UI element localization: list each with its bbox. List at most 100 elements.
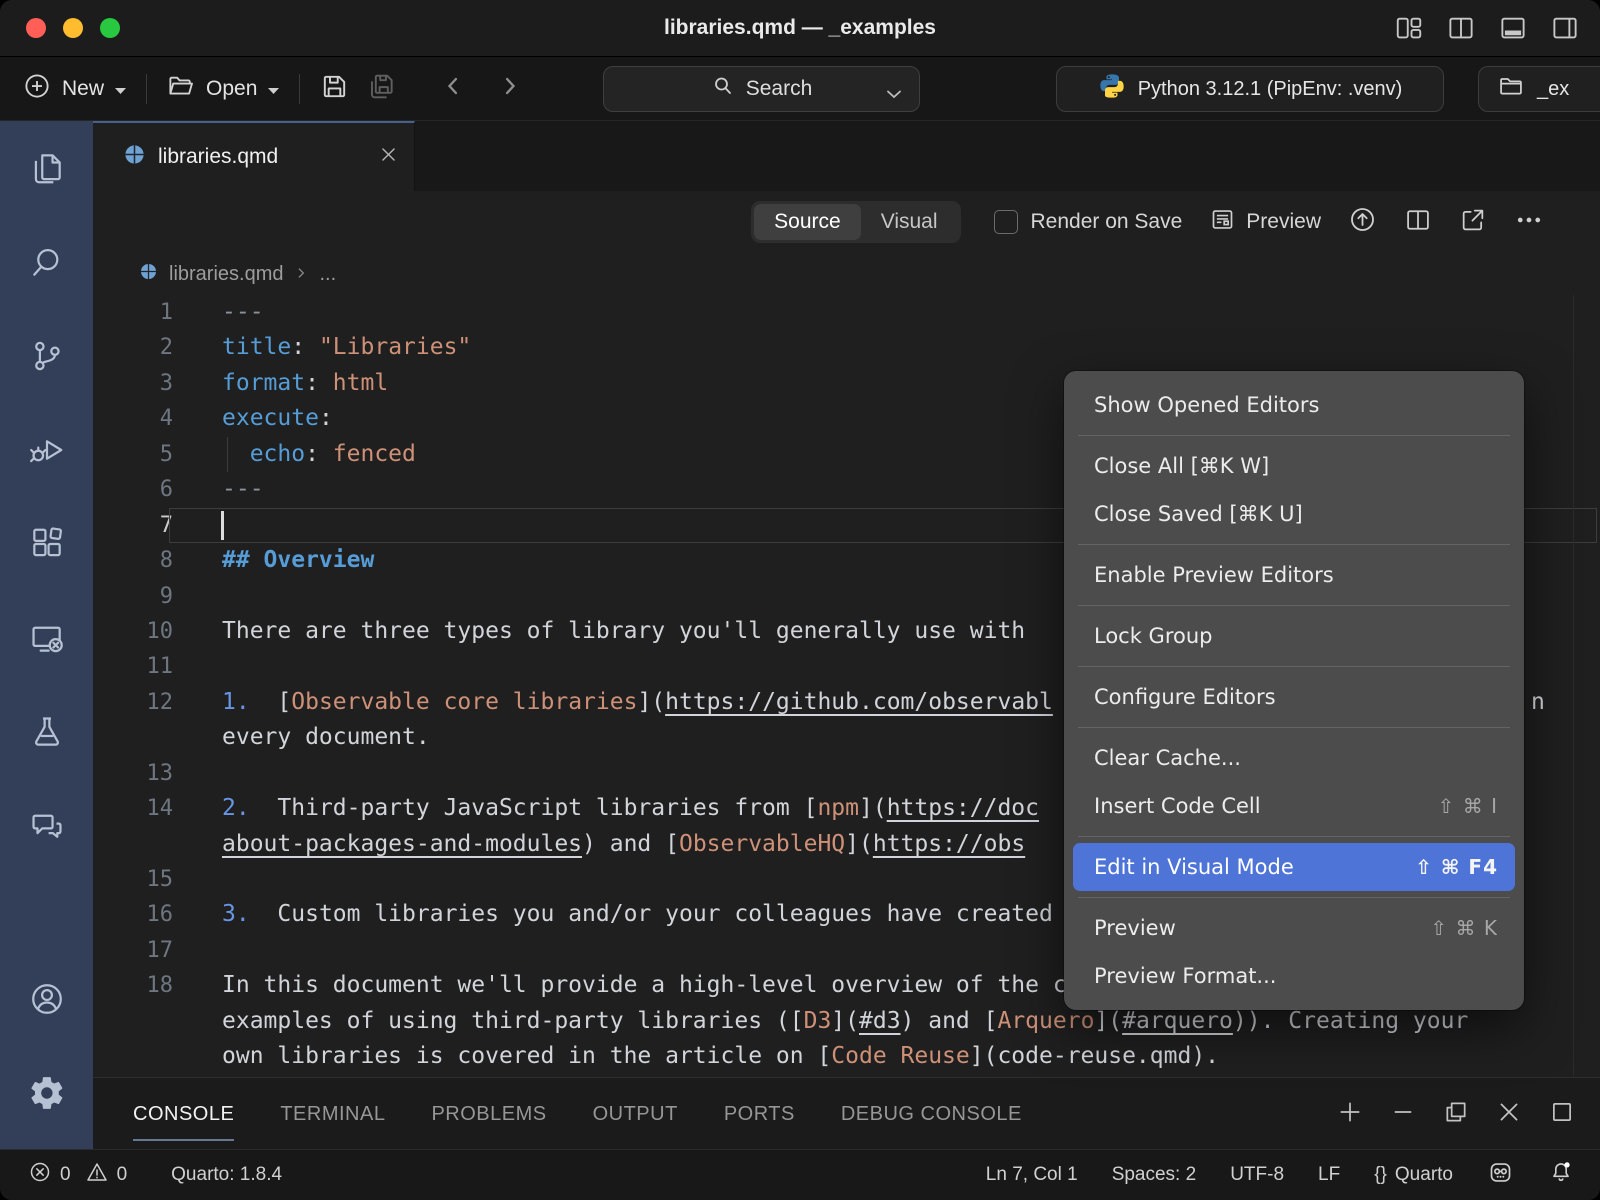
new-button[interactable]: New — [22, 71, 127, 107]
quarto-version-status[interactable]: Quarto: 1.8.4 — [171, 1164, 282, 1186]
account-icon[interactable] — [28, 980, 66, 1018]
panel-tab-debug-console[interactable]: DEBUG CONSOLE — [841, 1078, 1022, 1150]
menu-item[interactable]: Lock Group — [1064, 612, 1524, 660]
save-icon[interactable] — [319, 71, 350, 107]
menu-item[interactable]: Configure Editors — [1064, 673, 1524, 721]
panel-layout-icon[interactable] — [1549, 1099, 1575, 1130]
minimize-window-button[interactable] — [63, 18, 83, 38]
line-number[interactable]: 4 — [93, 401, 173, 436]
menu-item[interactable]: Insert Code Cell⇧ ⌘ I — [1064, 782, 1524, 830]
line-number[interactable]: 9 — [93, 579, 173, 614]
menu-item[interactable]: Close Saved [⌘K U] — [1064, 490, 1524, 538]
extensions-icon[interactable] — [28, 525, 66, 563]
menu-item[interactable]: Show Opened Editors — [1064, 381, 1524, 429]
mode-visual-button[interactable]: Visual — [861, 204, 958, 240]
close-window-button[interactable] — [26, 18, 46, 38]
line-number[interactable]: 6 — [93, 472, 173, 507]
line-number[interactable]: 1 — [93, 295, 173, 330]
toggle-panel-icon[interactable] — [1498, 13, 1528, 43]
panel-close-icon[interactable] — [1496, 1099, 1522, 1130]
code-row[interactable]: 2title: "Libraries" — [93, 330, 1600, 365]
error-count: 0 — [60, 1164, 71, 1186]
menu-item[interactable]: Clear Cache... — [1064, 734, 1524, 782]
menu-item[interactable]: Enable Preview Editors — [1064, 551, 1524, 599]
open-button[interactable]: Open — [166, 71, 280, 107]
code-row[interactable]: own libraries is covered in the article … — [93, 1039, 1600, 1074]
panel-tab-problems[interactable]: PROBLEMS — [431, 1078, 546, 1150]
problems-status[interactable]: 0 0 — [28, 1160, 127, 1190]
close-tab-icon[interactable] — [379, 145, 398, 169]
circle-plus-icon — [22, 71, 52, 107]
line-number[interactable]: 18 — [93, 968, 173, 1003]
search-input[interactable]: Search — [603, 66, 920, 112]
panel-tab-ports[interactable]: PORTS — [724, 1078, 795, 1150]
encoding-status[interactable]: UTF-8 — [1230, 1164, 1284, 1186]
line-number[interactable]: 12 — [93, 685, 173, 720]
code-row[interactable]: 1--- — [93, 295, 1600, 330]
language-mode-status[interactable]: {} Quarto — [1374, 1164, 1453, 1186]
back-icon[interactable] — [439, 72, 467, 105]
feedback-smiley-icon[interactable] — [1487, 1159, 1514, 1192]
forward-icon[interactable] — [496, 72, 524, 105]
chat-icon[interactable] — [28, 807, 66, 845]
panel-tab-terminal[interactable]: TERMINAL — [280, 1078, 385, 1150]
panel-restore-icon[interactable] — [1443, 1099, 1469, 1130]
code-token: Custom libraries you and/or your colleag… — [250, 901, 1053, 927]
sessions-icon[interactable] — [28, 619, 66, 657]
split-editor-icon[interactable] — [1404, 206, 1432, 239]
cursor-position-status[interactable]: Ln 7, Col 1 — [986, 1164, 1078, 1186]
split-editor-layout-icon[interactable] — [1446, 13, 1476, 43]
line-number[interactable]: 10 — [93, 614, 173, 649]
breadcrumb-more[interactable]: ... — [319, 263, 336, 286]
line-number[interactable]: 8 — [93, 543, 173, 578]
line-number[interactable] — [93, 1039, 173, 1074]
line-number[interactable]: 16 — [93, 897, 173, 932]
line-number[interactable]: 3 — [93, 366, 173, 401]
maximize-window-button[interactable] — [100, 18, 120, 38]
save-all-icon[interactable] — [365, 71, 398, 107]
line-number[interactable]: 17 — [93, 933, 173, 968]
menu-item[interactable]: Edit in Visual Mode⇧ ⌘ F4 — [1073, 843, 1515, 891]
line-number[interactable]: 7 — [93, 508, 173, 543]
line-number[interactable]: 2 — [93, 330, 173, 365]
indentation-status[interactable]: Spaces: 2 — [1112, 1164, 1197, 1186]
line-number[interactable]: 11 — [93, 649, 173, 684]
preview-button[interactable]: Preview — [1209, 206, 1321, 238]
toggle-secondary-sidebar-icon[interactable] — [1550, 13, 1580, 43]
line-number[interactable]: 5 — [93, 437, 173, 472]
open-in-new-window-icon[interactable] — [1459, 206, 1487, 239]
code-token: Arquero — [997, 1008, 1094, 1034]
menu-item[interactable]: Preview⇧ ⌘ K — [1064, 904, 1524, 952]
breadcrumb-file[interactable]: libraries.qmd — [169, 263, 283, 286]
mode-source-button[interactable]: Source — [754, 204, 861, 240]
line-number[interactable] — [93, 827, 173, 862]
panel-tab-console[interactable]: CONSOLE — [133, 1078, 234, 1150]
tab-libraries-qmd[interactable]: libraries.qmd — [93, 121, 415, 191]
render-arrow-icon[interactable] — [1348, 205, 1377, 239]
settings-gear-icon[interactable] — [28, 1074, 66, 1112]
render-on-save-checkbox[interactable] — [994, 210, 1018, 234]
line-number[interactable] — [93, 1004, 173, 1039]
chevron-down-icon[interactable] — [885, 82, 903, 106]
panel-tab-output[interactable]: OUTPUT — [593, 1078, 678, 1150]
run-debug-icon[interactable] — [28, 431, 66, 469]
panel-minimize-icon[interactable] — [1390, 1099, 1416, 1130]
panel-plus-icon[interactable] — [1337, 1099, 1363, 1130]
explorer-icon[interactable] — [28, 149, 66, 187]
menu-item[interactable]: Preview Format... — [1064, 952, 1524, 1000]
more-actions-icon[interactable] — [1514, 205, 1544, 240]
line-number[interactable] — [93, 720, 173, 755]
line-number[interactable]: 13 — [93, 756, 173, 791]
eol-status[interactable]: LF — [1318, 1164, 1340, 1186]
menu-item[interactable]: Close All [⌘K W] — [1064, 442, 1524, 490]
search-icon[interactable] — [28, 243, 66, 281]
source-control-icon[interactable] — [28, 337, 66, 375]
notifications-bell-icon[interactable] — [1548, 1159, 1574, 1191]
breadcrumb[interactable]: libraries.qmd ... — [93, 253, 1600, 295]
workspace-selector[interactable]: _ex — [1478, 66, 1600, 112]
line-number[interactable]: 14 — [93, 791, 173, 826]
testing-flask-icon[interactable] — [28, 713, 66, 751]
interpreter-selector[interactable]: Python 3.12.1 (PipEnv: .venv) — [1056, 66, 1444, 112]
line-number[interactable]: 15 — [93, 862, 173, 897]
customize-layout-icon[interactable] — [1394, 13, 1424, 43]
